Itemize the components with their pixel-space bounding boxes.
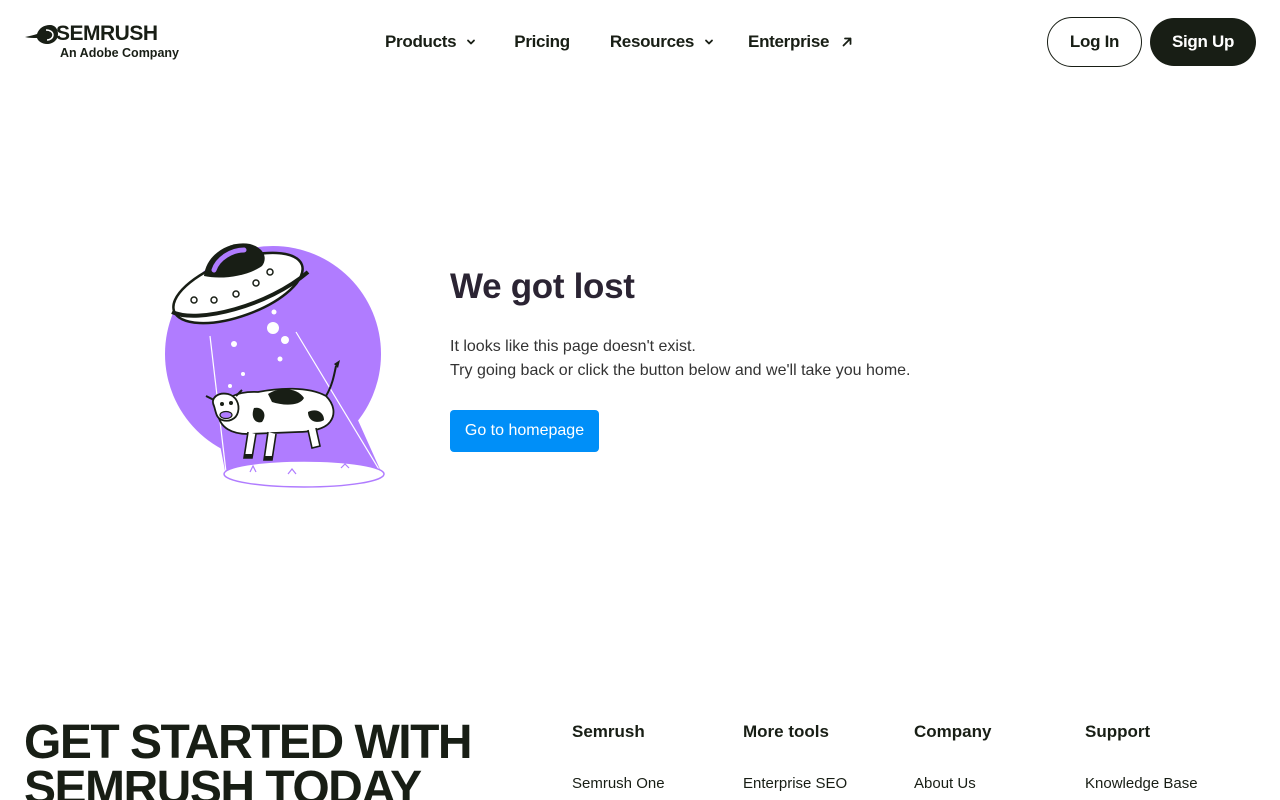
footer-link[interactable]: Enterprise SEO: [743, 774, 847, 794]
footer-column-company: Company About Us: [914, 720, 991, 794]
footer-column-title: Semrush: [572, 722, 645, 741]
footer-column-title: More tools: [743, 722, 829, 741]
footer-column-support: Support Knowledge Base: [1085, 720, 1198, 794]
nav-products[interactable]: Products: [385, 32, 476, 52]
footer-column-title: Company: [914, 722, 992, 741]
site-header: SEMRUSH An Adobe Company Products Pricin…: [0, 0, 1280, 84]
description-line: Try going back or click the button below…: [450, 362, 911, 379]
nav-pricing[interactable]: Pricing: [514, 32, 570, 52]
nav-pricing-label: Pricing: [514, 32, 570, 51]
chevron-down-icon: [467, 39, 476, 45]
semrush-logo[interactable]: SEMRUSH An Adobe Company: [24, 22, 179, 62]
page-title: We got lost: [450, 267, 635, 306]
go-to-homepage-button[interactable]: Go to homepage: [450, 410, 599, 452]
logo-wordmark: SEMRUSH: [56, 22, 158, 45]
nav-enterprise-label: Enterprise: [748, 32, 830, 51]
main-nav: Products Pricing Resources Enterprise: [385, 28, 853, 56]
nav-resources[interactable]: Resources: [610, 32, 714, 52]
nav-products-label: Products: [385, 32, 457, 51]
description-line: It looks like this page doesn't exist.: [450, 338, 696, 355]
login-button[interactable]: Log In: [1047, 17, 1142, 67]
chevron-down-icon: [705, 39, 713, 45]
ufo-abducting-cow-illustration: [165, 243, 385, 488]
footer-link[interactable]: About Us: [914, 774, 991, 794]
logo-tagline: An Adobe Company: [60, 46, 179, 60]
footer-link[interactable]: Semrush One: [572, 774, 665, 794]
signup-button[interactable]: Sign Up: [1150, 18, 1256, 66]
footer-column-title: Support: [1085, 722, 1151, 741]
nav-resources-label: Resources: [609, 32, 695, 51]
footer-column-more-tools: More tools Enterprise SEO: [743, 720, 847, 794]
cta-line: GET STARTED WITH: [24, 716, 473, 769]
cta-line: SEMRUSH TODAY: [24, 762, 422, 800]
nav-enterprise[interactable]: Enterprise: [748, 32, 853, 52]
semrush-logo-mark-icon: [25, 25, 58, 44]
footer-link[interactable]: Knowledge Base: [1085, 774, 1198, 794]
external-arrow-icon: [842, 37, 852, 47]
error-description: It looks like this page doesn't exist. T…: [450, 335, 910, 383]
footer-column-semrush: Semrush Semrush One: [572, 720, 665, 794]
footer-cta-heading: GET STARTED WITH SEMRUSH TODAY: [24, 716, 473, 800]
